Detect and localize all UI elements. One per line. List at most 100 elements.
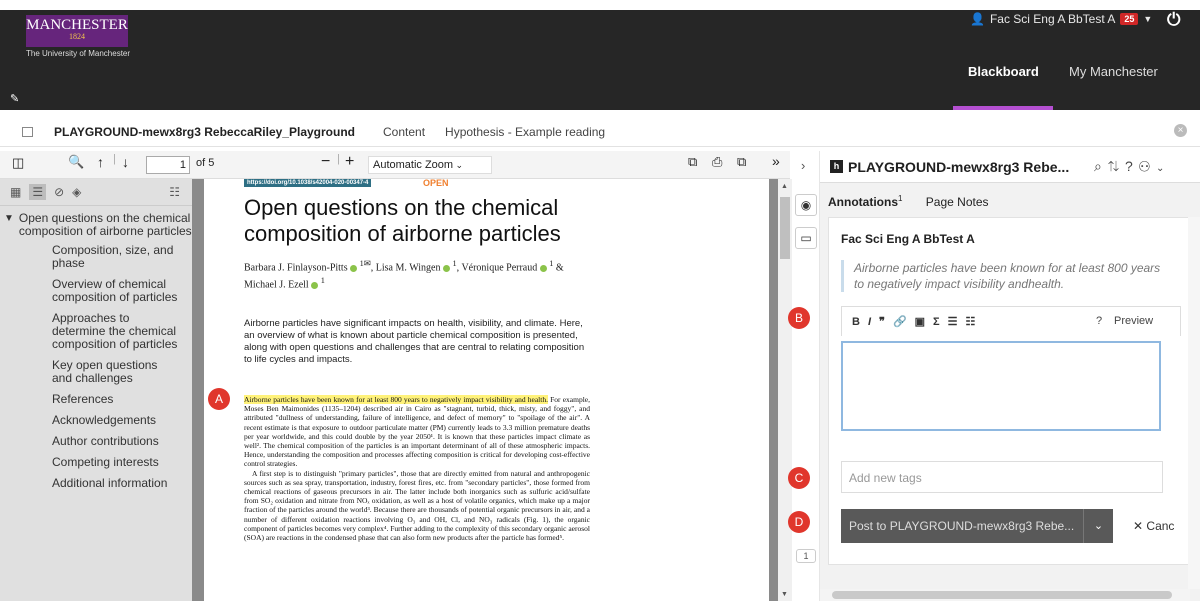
bullet-list-icon[interactable]: ☷	[966, 316, 984, 328]
breadcrumb: PLAYGROUND-mewx8rg3 RebeccaRiley_Playgro…	[0, 117, 1200, 147]
search-icon[interactable]: 🔍	[68, 154, 84, 170]
outline-item-acknowledgements[interactable]: Acknowledgements	[4, 414, 192, 427]
bold-icon[interactable]: B	[852, 316, 868, 328]
hypothesis-scrollbar[interactable]	[1188, 217, 1200, 589]
tab-annotations-label: Annotations	[828, 195, 898, 209]
orcid-icon[interactable]	[442, 264, 450, 272]
orcid-icon[interactable]	[311, 281, 319, 289]
power-icon[interactable]: ⏻	[1167, 10, 1180, 30]
author-name: Michael J. Ezell	[244, 279, 309, 291]
nav-my-manchester[interactable]: My Manchester	[1069, 64, 1158, 79]
user-name: Fac Sci Eng A BbTest A	[989, 12, 1116, 26]
sort-icon[interactable]: ⇅	[1108, 158, 1125, 174]
tags-input[interactable]: Add new tags	[841, 461, 1163, 493]
chevron-down-icon[interactable]: ⌄	[1083, 509, 1113, 543]
tools-menu-icon[interactable]: »	[772, 153, 780, 169]
account-icon[interactable]: ⚇	[1139, 158, 1156, 174]
outline-icon[interactable]: ☰	[29, 184, 47, 200]
hypothesis-toolbar-strip: › ◉ ▭ 1	[792, 151, 820, 601]
callout-marker-d: D	[788, 511, 810, 533]
breadcrumb-content[interactable]: Content	[383, 125, 425, 139]
nav-blackboard[interactable]: Blackboard	[968, 64, 1039, 79]
group-selector[interactable]: PLAYGROUND-mewx8rg3 Rebe...	[848, 159, 1069, 175]
highlighted-text[interactable]: Airborne particles have been known for a…	[244, 395, 548, 404]
outline-item-competing-interests[interactable]: Competing interests	[4, 456, 192, 469]
annotation-author[interactable]: Fac Sci Eng A BbTest A	[841, 232, 975, 246]
course-menu-icon[interactable]	[22, 126, 33, 137]
print-icon[interactable]: ⎙	[712, 154, 722, 170]
markdown-help-icon[interactable]: ?	[1096, 315, 1102, 327]
preview-button[interactable]: Preview	[1114, 315, 1153, 327]
link-icon[interactable]: 🔗	[893, 316, 915, 328]
numbered-list-icon[interactable]: ☰	[948, 316, 966, 328]
edit-pencil-icon[interactable]: ✎	[10, 92, 19, 105]
page-number-input[interactable]: 1	[146, 156, 190, 174]
article-title: Open questions on the chemical compositi…	[244, 195, 561, 246]
post-button[interactable]: Post to PLAYGROUND-mewx8rg3 Rebe... ⌄	[841, 509, 1113, 543]
author-name: Barbara J. Finlayson-Pitts	[244, 262, 348, 274]
orcid-icon[interactable]	[539, 264, 547, 272]
close-icon[interactable]: ×	[1174, 124, 1187, 137]
header-top-strip	[0, 0, 1200, 10]
outline-item-composition[interactable]: Composition, size, and phase	[4, 244, 192, 270]
cancel-button[interactable]: ✕ Canc	[1125, 509, 1197, 543]
scroll-up-icon[interactable]: ▲	[781, 183, 788, 190]
nav-active-indicator	[953, 106, 1053, 110]
university-name: The University of Manchester	[26, 49, 131, 58]
outline-item-overview[interactable]: Overview of chemical composition of part…	[4, 278, 192, 304]
search-icon[interactable]: ⌕	[1094, 158, 1108, 174]
attachments-icon[interactable]: ⊘	[54, 185, 64, 199]
expand-outline-icon[interactable]: ☷	[169, 185, 180, 199]
university-logo[interactable]: MANCHESTER 1824	[26, 15, 128, 47]
outline-item-approaches[interactable]: Approaches to determine the chemical com…	[4, 312, 192, 351]
sidebar-toggle-icon[interactable]: ◫	[12, 155, 24, 171]
breadcrumb-course[interactable]: PLAYGROUND-mewx8rg3 RebeccaRiley_Playgro…	[54, 125, 355, 139]
hypothesis-logo-icon[interactable]: h	[830, 160, 843, 173]
scrollbar-thumb[interactable]	[780, 197, 790, 259]
orcid-icon[interactable]	[350, 264, 358, 272]
sidebar-view-tabs: ▦ ☰ ⊘ ◈ ☷	[0, 179, 192, 206]
h-scrollbar-thumb[interactable]	[832, 591, 1172, 599]
outline-item-references[interactable]: References	[4, 393, 192, 406]
outline-top-label: Open questions on the chemical compositi…	[18, 211, 192, 238]
previous-page-icon[interactable]: ↑	[97, 154, 104, 170]
help-icon[interactable]: ?	[1125, 158, 1139, 174]
math-icon[interactable]: Σ	[933, 316, 948, 328]
user-menu[interactable]: 👤 Fac Sci Eng A BbTest A 25 ▼	[970, 12, 1152, 26]
zoom-in-icon[interactable]: +	[345, 153, 354, 171]
outline-item-key-questions[interactable]: Key open questions and challenges	[4, 359, 192, 385]
pdf-viewer[interactable]: https://doi.org/10.1038/s42004-020-00347…	[192, 179, 778, 601]
outline-item-additional-information[interactable]: Additional information	[4, 477, 192, 490]
pdf-page: https://doi.org/10.1038/s42004-020-00347…	[204, 179, 769, 601]
layers-icon[interactable]: ◈	[72, 185, 81, 199]
body-paragraph-2: A first step is to distinguish "primary …	[244, 468, 590, 543]
download-icon[interactable]: ⧉	[737, 154, 746, 170]
annotation-bucket[interactable]: 1	[796, 549, 816, 563]
author-separator: &	[553, 262, 564, 274]
new-page-note-icon[interactable]: ▭	[795, 227, 817, 249]
chevron-down-icon[interactable]: ⌄	[1156, 163, 1170, 174]
outline-top-item[interactable]: ▼ Open questions on the chemical composi…	[4, 212, 192, 238]
annotation-textarea[interactable]	[841, 341, 1161, 431]
expand-triangle-icon[interactable]: ▼	[4, 212, 14, 238]
quote-icon[interactable]: ❞	[879, 316, 893, 328]
next-page-icon[interactable]: ↓	[122, 154, 129, 170]
hypothesis-header: h PLAYGROUND-mewx8rg3 Rebe... ⌕⇅?⚇⌄	[820, 151, 1200, 183]
zoom-out-icon[interactable]: −	[321, 153, 330, 171]
outline-item-author-contributions[interactable]: Author contributions	[4, 435, 192, 448]
show-highlights-icon[interactable]: ◉	[795, 194, 817, 216]
italic-icon[interactable]: I	[868, 316, 879, 328]
hypothesis-h-scrollbar[interactable]	[820, 589, 1190, 601]
doi-badge[interactable]: https://doi.org/10.1038/s42004-020-00347…	[244, 179, 372, 187]
open-file-icon[interactable]: ⧉	[688, 154, 697, 170]
thumbnails-icon[interactable]: ▦	[10, 185, 21, 199]
tab-page-notes[interactable]: Page Notes	[926, 195, 989, 209]
zoom-select[interactable]: Automatic Zoom ⌄	[368, 156, 492, 174]
tab-annotations[interactable]: Annotations1	[828, 194, 902, 209]
pdf-scrollbar[interactable]: ▲ ▼	[778, 179, 792, 601]
image-icon[interactable]: ▣	[915, 316, 933, 328]
collapse-sidebar-icon[interactable]: ›	[801, 158, 805, 173]
outline-sidebar: ▦ ☰ ⊘ ◈ ☷ ▼ Open questions on the chemic…	[0, 179, 192, 601]
scroll-down-icon[interactable]: ▼	[781, 591, 788, 598]
callout-marker-c: C	[788, 467, 810, 489]
